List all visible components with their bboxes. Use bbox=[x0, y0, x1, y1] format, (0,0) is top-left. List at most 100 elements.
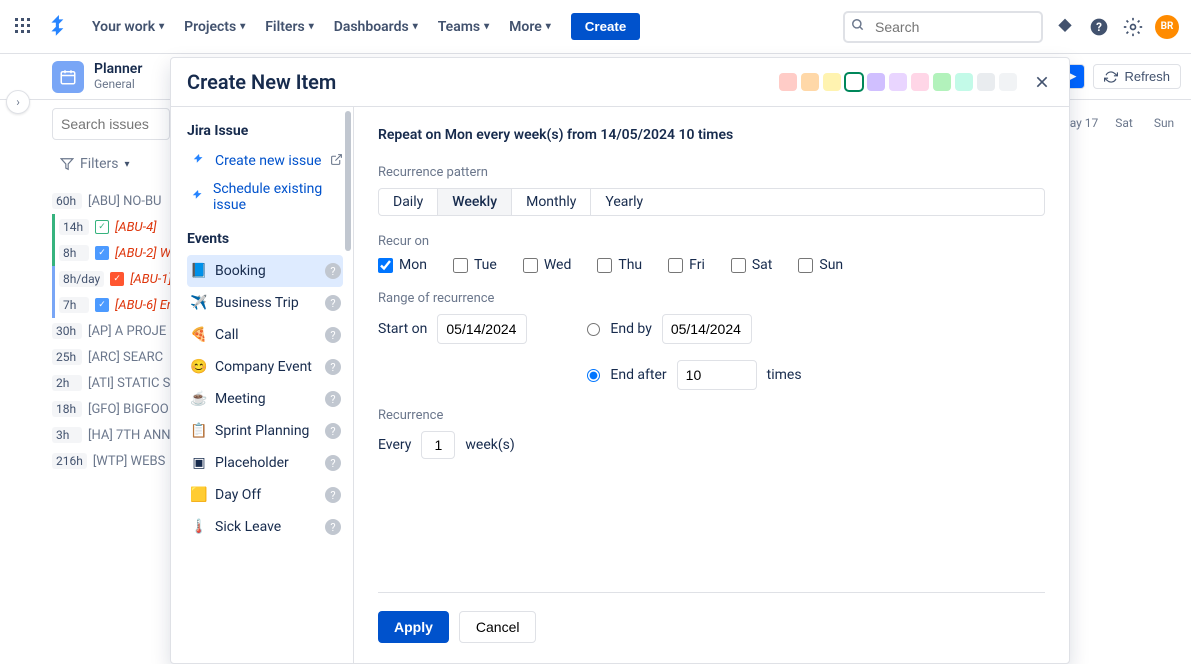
sidebar-collapse-button[interactable]: › bbox=[6, 90, 30, 114]
every-input[interactable] bbox=[421, 431, 455, 459]
jira-logo-icon[interactable] bbox=[48, 15, 72, 39]
days-row: Mon Tue Wed Thu Fri Sat Sun bbox=[378, 257, 1045, 273]
day-checkbox-input[interactable] bbox=[523, 258, 538, 273]
event-type-item[interactable]: 🟨Day Off? bbox=[187, 479, 343, 511]
planner-icon bbox=[52, 61, 84, 93]
issue-hours: 25h bbox=[52, 349, 82, 365]
color-swatch[interactable] bbox=[889, 73, 907, 91]
day-checkbox-input[interactable] bbox=[798, 258, 813, 273]
event-type-item[interactable]: ☕Meeting? bbox=[187, 383, 343, 415]
day-checkbox[interactable]: Mon bbox=[378, 257, 427, 273]
help-icon[interactable]: ? bbox=[325, 391, 341, 407]
day-checkbox-input[interactable] bbox=[453, 258, 468, 273]
modal-title: Create New Item bbox=[187, 70, 336, 94]
day-checkbox[interactable]: Sat bbox=[731, 257, 773, 273]
end-after-option[interactable]: End after times bbox=[587, 360, 801, 390]
event-type-item[interactable]: 📋Sprint Planning? bbox=[187, 415, 343, 447]
day-checkbox[interactable]: Fri bbox=[668, 257, 705, 273]
help-icon[interactable]: ? bbox=[325, 263, 341, 279]
create-button[interactable]: Create bbox=[571, 13, 641, 40]
cancel-button[interactable]: Cancel bbox=[459, 611, 537, 643]
nav-more[interactable]: More▾ bbox=[501, 13, 559, 41]
event-type-item[interactable]: ▣Placeholder? bbox=[187, 447, 343, 479]
end-by-input[interactable] bbox=[662, 314, 752, 344]
help-icon[interactable]: ? bbox=[325, 295, 341, 311]
end-by-option[interactable]: End by bbox=[587, 314, 801, 344]
chevron-down-icon: ▾ bbox=[484, 21, 489, 32]
day-checkbox[interactable]: Thu bbox=[597, 257, 642, 273]
issue-hours: 2h bbox=[52, 375, 82, 391]
event-label: Call bbox=[215, 327, 239, 343]
event-type-item[interactable]: 😊Company Event? bbox=[187, 351, 343, 383]
page-subtitle: General bbox=[94, 77, 142, 91]
help-icon[interactable]: ? bbox=[325, 327, 341, 343]
help-icon[interactable]: ? bbox=[1087, 15, 1111, 39]
end-after-input[interactable] bbox=[677, 360, 757, 390]
pattern-segment[interactable]: Monthly bbox=[512, 189, 591, 215]
issues-search-input[interactable] bbox=[52, 108, 170, 140]
help-icon[interactable]: ? bbox=[325, 487, 341, 503]
nav-dashboards[interactable]: Dashboards▾ bbox=[326, 13, 426, 41]
day-checkbox[interactable]: Wed bbox=[523, 257, 572, 273]
issue-text: [ABU-1] bbox=[130, 272, 172, 287]
end-by-radio[interactable] bbox=[587, 323, 600, 336]
scrollbar[interactable] bbox=[345, 111, 351, 251]
apply-button[interactable]: Apply bbox=[378, 611, 449, 643]
color-swatch[interactable] bbox=[911, 73, 929, 91]
schedule-existing-link[interactable]: Schedule existing issue bbox=[187, 175, 343, 219]
event-label: Business Trip bbox=[215, 295, 299, 311]
notifications-icon[interactable] bbox=[1053, 15, 1077, 39]
color-swatch[interactable] bbox=[977, 73, 995, 91]
chevron-down-icon: ▾ bbox=[240, 21, 245, 32]
color-swatch[interactable] bbox=[845, 73, 863, 91]
color-swatch[interactable] bbox=[867, 73, 885, 91]
event-type-item[interactable]: ✈️Business Trip? bbox=[187, 287, 343, 319]
settings-icon[interactable] bbox=[1121, 15, 1145, 39]
refresh-button[interactable]: Refresh bbox=[1093, 64, 1181, 89]
avatar[interactable]: BR bbox=[1155, 15, 1179, 39]
day-checkbox[interactable]: Tue bbox=[453, 257, 497, 273]
create-item-modal: Create New Item Jira Issue Create new is… bbox=[170, 57, 1070, 664]
pattern-segment[interactable]: Weekly bbox=[438, 189, 512, 215]
calendar-day: Sat bbox=[1107, 116, 1141, 130]
global-search bbox=[843, 11, 1043, 43]
event-type-item[interactable]: 📘Booking? bbox=[187, 255, 343, 287]
day-checkbox-input[interactable] bbox=[378, 258, 393, 273]
issue-type-icon: ✓ bbox=[110, 272, 124, 286]
help-icon[interactable]: ? bbox=[325, 519, 341, 535]
color-swatch[interactable] bbox=[801, 73, 819, 91]
event-type-item[interactable]: 🍕Call? bbox=[187, 319, 343, 351]
nav-teams[interactable]: Teams▾ bbox=[430, 13, 497, 41]
help-icon[interactable]: ? bbox=[325, 359, 341, 375]
color-swatch[interactable] bbox=[823, 73, 841, 91]
pattern-segment[interactable]: Daily bbox=[379, 189, 438, 215]
help-icon[interactable]: ? bbox=[325, 423, 341, 439]
day-checkbox-input[interactable] bbox=[597, 258, 612, 273]
issue-text: [ABU-4] bbox=[115, 220, 157, 235]
day-checkbox[interactable]: Sun bbox=[798, 257, 843, 273]
create-new-issue-link[interactable]: Create new issue bbox=[187, 147, 343, 175]
day-checkbox-input[interactable] bbox=[731, 258, 746, 273]
close-icon[interactable] bbox=[1031, 71, 1053, 93]
day-checkbox-input[interactable] bbox=[668, 258, 683, 273]
color-swatch[interactable] bbox=[999, 73, 1017, 91]
app-switcher-icon[interactable] bbox=[12, 15, 36, 39]
search-input[interactable] bbox=[843, 11, 1043, 43]
color-swatch[interactable] bbox=[955, 73, 973, 91]
event-type-item[interactable]: 🌡️Sick Leave? bbox=[187, 511, 343, 543]
start-on-input[interactable] bbox=[437, 314, 527, 344]
event-icon: 😊 bbox=[191, 359, 207, 375]
nav-filters[interactable]: Filters▾ bbox=[257, 13, 321, 41]
recurrence-summary: Repeat on Mon every week(s) from 14/05/2… bbox=[378, 127, 1045, 143]
end-after-radio[interactable] bbox=[587, 369, 600, 382]
help-icon[interactable]: ? bbox=[325, 455, 341, 471]
nav-your-work[interactable]: Your work▾ bbox=[84, 13, 172, 41]
day-label: Tue bbox=[474, 257, 497, 273]
filters-button[interactable]: Filters ▾ bbox=[52, 152, 138, 176]
color-swatch[interactable] bbox=[933, 73, 951, 91]
pattern-segment[interactable]: Yearly bbox=[591, 189, 657, 215]
nav-projects[interactable]: Projects▾ bbox=[176, 13, 253, 41]
color-swatches bbox=[779, 73, 1017, 91]
color-swatch[interactable] bbox=[779, 73, 797, 91]
issue-hours: 7h bbox=[59, 297, 89, 313]
